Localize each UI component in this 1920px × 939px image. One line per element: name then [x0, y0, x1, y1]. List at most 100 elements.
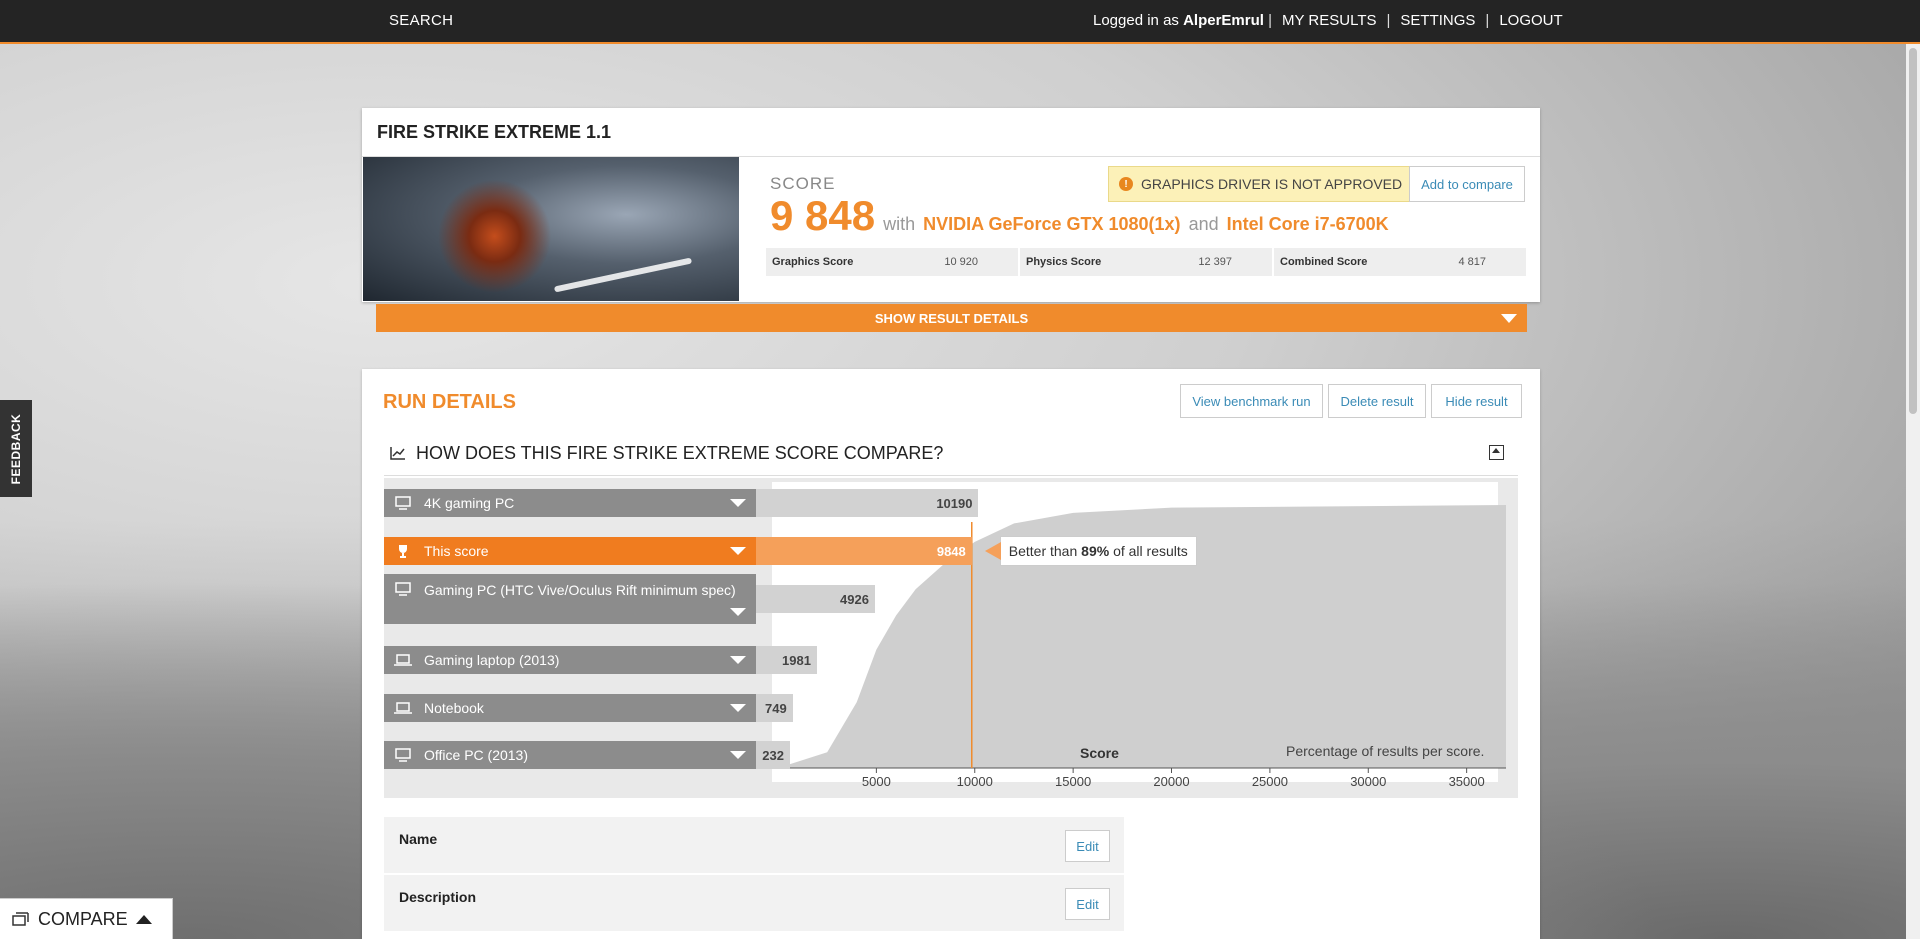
tooltip-suffix: of all results [1113, 543, 1188, 559]
reference-name: Gaming laptop (2013) [424, 652, 560, 668]
combined-score: Combined Score 4 817 [1274, 248, 1526, 276]
benchmark-thumbnail [363, 157, 739, 301]
user-menu: Logged in as AlperEmrul | MY RESULTS | S… [1093, 12, 1563, 29]
login-status: Logged in as AlperEmrul | [1093, 12, 1272, 29]
description-field-row: Description Edit [384, 875, 1124, 931]
score-distribution-chart: 4K gaming PC 10190 This score 9848 Gaming PC… [384, 478, 1518, 798]
edit-name-button[interactable]: Edit [1065, 830, 1110, 862]
x-tick-label: 15000 [1055, 774, 1092, 789]
hide-result-button[interactable]: Hide result [1431, 384, 1522, 418]
my-results-link[interactable]: MY RESULTS [1282, 12, 1376, 29]
reference-row[interactable]: Office PC (2013) 232 [384, 741, 790, 769]
this-score-row[interactable]: This score 9848 [384, 537, 972, 565]
x-tick-label: 30000 [1350, 774, 1387, 789]
chevron-down-icon [1501, 314, 1517, 323]
reference-label-box[interactable]: Gaming laptop (2013) [384, 646, 756, 674]
compare-section-header: HOW DOES THIS FIRE STRIKE EXTREME SCORE … [384, 431, 1518, 476]
subscores: Graphics Score 10 920 Physics Score 12 3… [766, 248, 1526, 276]
reference-label-box[interactable]: 4K gaming PC [384, 489, 756, 517]
reference-row[interactable]: Gaming PC (HTC Vive/Oculus Rift minimum … [384, 574, 875, 624]
tooltip-percent: 89% [1081, 543, 1110, 559]
reference-label-box[interactable]: Notebook [384, 694, 756, 722]
subscore-value: 10 920 [944, 256, 978, 268]
compare-drawer-tab[interactable]: COMPARE [0, 898, 173, 939]
warning-icon: ! [1119, 177, 1133, 191]
y-axis-label: Percentage of results per score. [1286, 743, 1485, 759]
top-navigation: SEARCH Logged in as AlperEmrul | MY RESU… [0, 0, 1920, 44]
show-result-details-button[interactable]: SHOW RESULT DETAILS [376, 304, 1527, 332]
subscore-name: Physics Score [1026, 256, 1102, 268]
separator: | [1268, 12, 1273, 29]
edit-description-button[interactable]: Edit [1065, 888, 1110, 920]
reference-name: Notebook [424, 700, 484, 716]
reference-label-box[interactable]: Gaming PC (HTC Vive/Oculus Rift minimum … [384, 574, 756, 624]
desktop-icon [394, 748, 412, 762]
compare-label: COMPARE [38, 908, 128, 929]
line-chart-icon [390, 447, 405, 460]
subscore-value: 12 397 [1198, 256, 1232, 268]
collapse-icon[interactable] [1489, 445, 1504, 460]
percentile-tooltip: Better than 89% of all results [984, 536, 1197, 566]
score-value: 9 848 [770, 192, 876, 239]
reference-row[interactable]: Gaming laptop (2013) 1981 [384, 646, 817, 674]
chevron-down-icon[interactable] [730, 751, 746, 759]
chevron-down-icon[interactable] [730, 547, 746, 555]
desktop-icon [394, 582, 412, 596]
scrollbar-thumb[interactable] [1909, 48, 1917, 414]
reference-label-box[interactable]: This score [384, 537, 756, 565]
reference-score-bar: 4926 [756, 585, 875, 613]
reference-name: This score [424, 543, 489, 559]
run-details-panel: RUN DETAILS View benchmark run Delete re… [362, 369, 1540, 939]
reference-score-bar: 10190 [756, 489, 979, 517]
list-icon [12, 912, 29, 926]
x-tick-label: 5000 [861, 774, 891, 789]
reference-label-box[interactable]: Office PC (2013) [384, 741, 756, 769]
reference-name: Office PC (2013) [424, 747, 529, 763]
reference-score-bar: 9848 [756, 537, 972, 565]
page-scrollbar[interactable] [1906, 44, 1920, 939]
x-tick-label: 35000 [1448, 774, 1485, 789]
gpu-name[interactable]: NVIDIA GeForce GTX 1080(1x) [923, 214, 1180, 235]
driver-warning: ! GRAPHICS DRIVER IS NOT APPROVED [1108, 166, 1414, 202]
feedback-label: FEEDBACK [9, 413, 23, 484]
reference-score-bar: 749 [756, 694, 793, 722]
subscore-name: Graphics Score [772, 256, 854, 268]
chevron-down-icon[interactable] [730, 704, 746, 712]
logout-link[interactable]: LOGOUT [1499, 12, 1562, 29]
run-details-heading: RUN DETAILS [383, 391, 516, 413]
add-to-compare-button[interactable]: Add to compare [1409, 166, 1525, 202]
compare-title: HOW DOES THIS FIRE STRIKE EXTREME SCORE … [416, 442, 944, 463]
score-with: with [883, 214, 916, 234]
delete-result-button[interactable]: Delete result [1328, 384, 1426, 418]
separator: | [1386, 12, 1391, 29]
tooltip-prefix: Better than [1008, 543, 1078, 559]
separator: | [1485, 12, 1490, 29]
desktop-icon [394, 496, 412, 510]
search-link[interactable]: SEARCH [389, 12, 453, 29]
benchmark-title: FIRE STRIKE EXTREME 1.1 [377, 122, 612, 142]
x-axis-label: Score [1080, 745, 1119, 761]
feedback-tab[interactable]: FEEDBACK [0, 400, 32, 497]
settings-link[interactable]: SETTINGS [1400, 12, 1475, 29]
cpu-name[interactable]: Intel Core i7-6700K [1227, 214, 1389, 235]
driver-warning-text: GRAPHICS DRIVER IS NOT APPROVED [1141, 176, 1403, 192]
name-field-row: Name Edit [384, 817, 1124, 873]
reference-row[interactable]: Notebook 749 [384, 694, 793, 722]
chevron-down-icon[interactable] [730, 499, 746, 507]
subscore-name: Combined Score [1280, 256, 1368, 268]
reference-row[interactable]: 4K gaming PC 10190 [384, 489, 979, 517]
chevron-down-icon[interactable] [730, 608, 746, 616]
view-benchmark-run-button[interactable]: View benchmark run [1180, 384, 1323, 418]
score-and: and [1188, 214, 1219, 234]
name-label: Name [399, 831, 438, 847]
x-tick-label: 20000 [1153, 774, 1190, 789]
result-card: FIRE STRIKE EXTREME 1.1 SCORE 9 848 with… [362, 108, 1540, 302]
reference-score-bar: 232 [756, 741, 790, 769]
login-prefix: Logged in as [1093, 12, 1179, 29]
description-label: Description [399, 889, 477, 905]
subscore-value: 4 817 [1458, 256, 1486, 268]
reference-score-bar: 1981 [756, 646, 817, 674]
chevron-down-icon[interactable] [730, 656, 746, 664]
physics-score: Physics Score 12 397 [1020, 248, 1272, 276]
x-tick-label: 10000 [956, 774, 993, 789]
